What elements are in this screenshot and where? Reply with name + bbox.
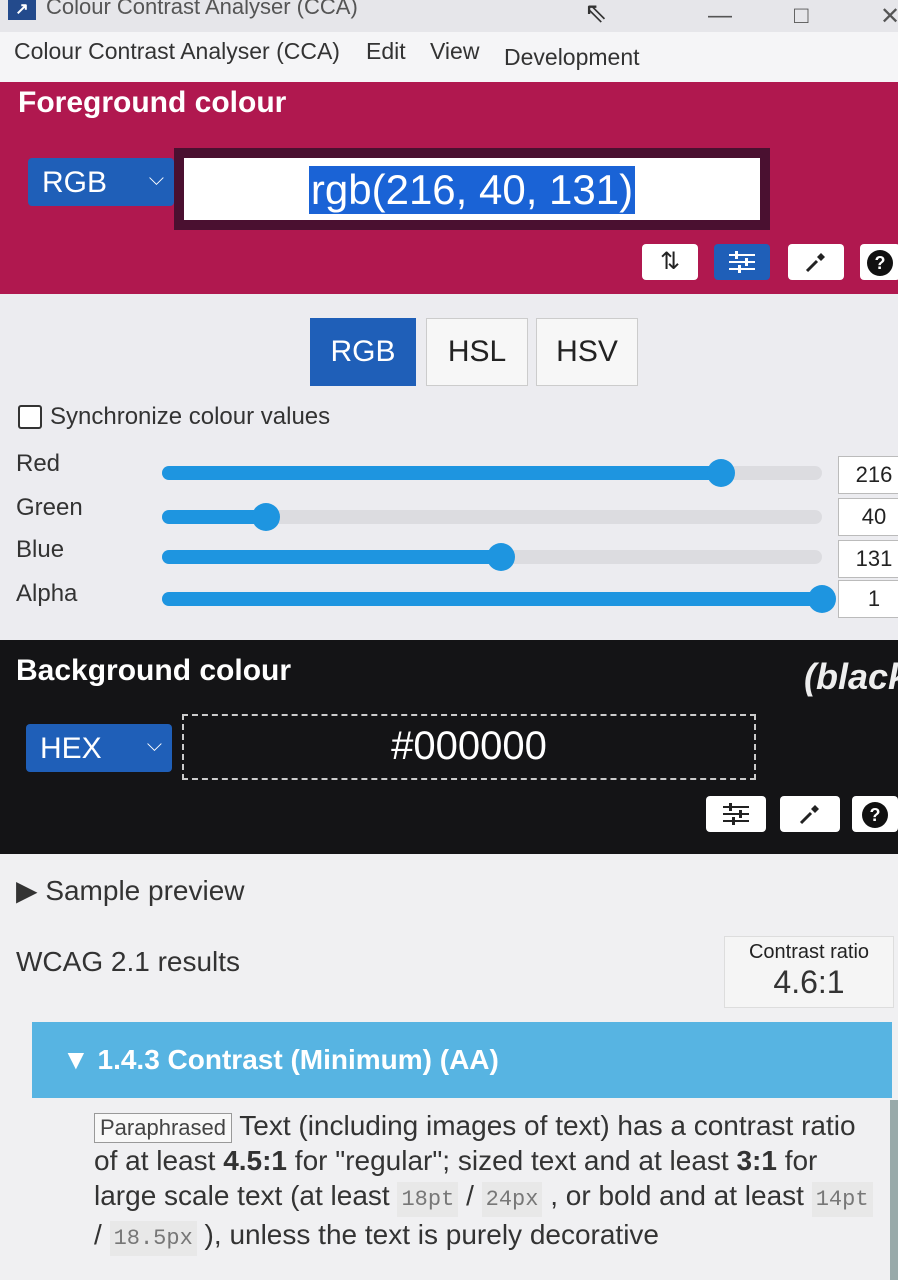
foreground-help-button[interactable]: ? <box>860 244 898 280</box>
background-format-label: HEX <box>40 732 102 765</box>
red-slider[interactable] <box>162 459 822 487</box>
red-slider-handle[interactable] <box>707 459 736 487</box>
sliders-icon <box>729 251 755 273</box>
criterion-description: Paraphrased Text (including images of te… <box>94 1108 874 1256</box>
sync-checkbox[interactable] <box>18 405 42 429</box>
desc-text: for "regular"; sized text and at least <box>287 1145 737 1176</box>
background-help-button[interactable]: ? <box>852 796 898 832</box>
red-slider-fill <box>162 466 722 480</box>
mouse-cursor-icon: ⇖ <box>584 0 608 28</box>
menu-bar: Colour Contrast Analyser (CCA) Edit View… <box>0 32 898 83</box>
desc-text: , or bold and at least <box>542 1180 812 1211</box>
menu-view[interactable]: View <box>430 38 479 65</box>
help-icon: ? <box>862 802 888 828</box>
sliders-icon <box>723 803 749 825</box>
swap-icon: ⇅ <box>659 248 681 275</box>
scrollbar[interactable] <box>890 1100 898 1280</box>
alpha-label: Alpha <box>16 580 78 607</box>
foreground-title: Foreground colour <box>18 86 287 119</box>
contrast-ratio-label: Contrast ratio <box>748 941 870 963</box>
green-value-input[interactable]: 40 <box>838 498 898 536</box>
chevron-down-icon: ⌵ <box>148 168 164 190</box>
code-snippet: 14pt <box>811 1182 873 1217</box>
contrast-ratio-box: Contrast ratio 4.6:1 <box>724 936 894 1008</box>
blue-label: Blue <box>16 536 65 563</box>
eyedropper-icon <box>805 253 825 273</box>
code-snippet: 18pt <box>397 1182 459 1217</box>
tab-hsv[interactable]: HSV <box>536 318 638 386</box>
title-bar: ↗ Colour Contrast Analyser (CCA) ⇖ — □ ✕ <box>0 0 898 32</box>
menu-edit[interactable]: Edit <box>366 38 406 65</box>
foreground-picker-button[interactable] <box>788 244 844 280</box>
background-sliders-button[interactable] <box>706 796 766 832</box>
desc-text: / <box>94 1219 110 1250</box>
blue-slider[interactable] <box>162 543 822 571</box>
code-snippet: 24px <box>481 1182 543 1217</box>
background-format-select[interactable]: HEX ⌵ <box>26 724 172 772</box>
sync-label: Synchronize colour values <box>50 403 331 430</box>
desc-text: / <box>458 1180 482 1211</box>
foreground-format-label: RGB <box>42 166 108 199</box>
blue-value-input[interactable]: 131 <box>838 540 898 578</box>
green-slider-handle[interactable] <box>251 503 280 531</box>
maximize-button[interactable]: □ <box>794 2 809 30</box>
foreground-sliders-button[interactable] <box>714 244 770 280</box>
close-button[interactable]: ✕ <box>880 2 898 31</box>
background-picker-button[interactable] <box>780 796 840 832</box>
background-title: Background colour <box>16 654 292 687</box>
blue-slider-fill <box>162 550 502 564</box>
contrast-ratio-value: 4.6:1 <box>773 964 845 1000</box>
foreground-colour-value: rgb(216, 40, 131) <box>308 166 636 214</box>
criterion-1-4-3-header[interactable]: ▼ 1.4.3 Contrast (Minimum) (AA) <box>32 1022 892 1098</box>
background-colour-name: (black <box>804 656 898 697</box>
menu-app[interactable]: Colour Contrast Analyser (CCA) <box>14 38 340 65</box>
background-colour-value: #000000 <box>391 724 547 768</box>
alpha-slider-fill <box>162 592 822 606</box>
desc-text: ), unless the text is purely decorative <box>196 1219 659 1250</box>
menu-development[interactable]: Development <box>504 44 640 71</box>
sample-preview-toggle[interactable]: ▶ Sample preview <box>16 874 245 907</box>
paraphrased-badge: Paraphrased <box>94 1113 232 1143</box>
window-title: Colour Contrast Analyser (CCA) <box>46 0 358 19</box>
green-slider-fill <box>162 510 266 524</box>
foreground-colour-input[interactable]: rgb(216, 40, 131) <box>184 158 760 220</box>
red-value-input[interactable]: 216 <box>838 456 898 494</box>
swap-colours-button[interactable]: ⇅ <box>642 244 698 280</box>
foreground-input-frame: rgb(216, 40, 131) <box>174 148 770 230</box>
criterion-title: ▼ 1.4.3 Contrast (Minimum) (AA) <box>62 1044 499 1075</box>
alpha-slider[interactable] <box>162 585 836 613</box>
tab-rgb[interactable]: RGB <box>310 318 416 386</box>
desc-bold: 4.5:1 <box>223 1145 288 1176</box>
desc-bold: 3:1 <box>736 1145 777 1176</box>
tab-hsl[interactable]: HSL <box>426 318 528 386</box>
wcag-results-title: WCAG 2.1 results <box>16 946 241 977</box>
minimize-button[interactable]: — <box>708 2 732 30</box>
green-label: Green <box>16 494 83 521</box>
alpha-slider-handle[interactable] <box>808 585 836 613</box>
background-colour-input[interactable]: #000000 <box>182 714 756 780</box>
help-icon: ? <box>867 250 893 276</box>
foreground-format-select[interactable]: RGB ⌵ <box>28 158 174 206</box>
green-slider[interactable] <box>162 503 822 531</box>
cca-logo-icon: ↗ <box>8 0 36 20</box>
alpha-value-input[interactable]: 1 <box>838 580 898 618</box>
red-label: Red <box>16 450 61 477</box>
eyedropper-icon <box>799 805 819 825</box>
chevron-down-icon: ⌵ <box>146 734 162 756</box>
code-snippet: 18.5px <box>109 1221 197 1256</box>
